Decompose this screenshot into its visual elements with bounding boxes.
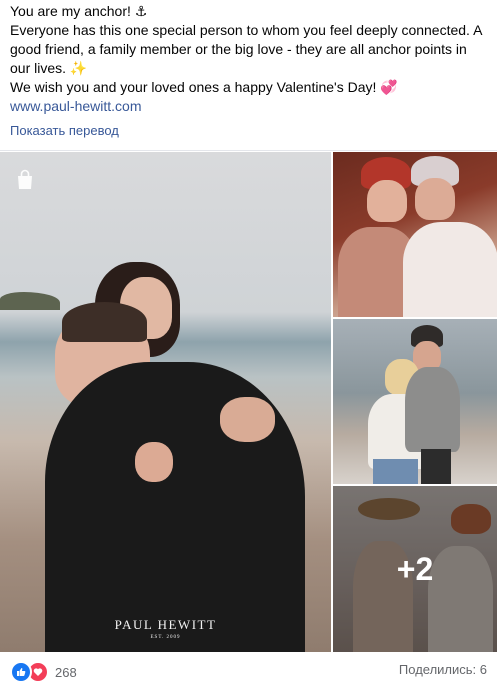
pants-shape <box>421 449 451 484</box>
reaction-count: 268 <box>55 664 77 680</box>
thumbnail-photo-2[interactable] <box>333 319 497 484</box>
show-translation-link[interactable]: Показать перевод <box>10 123 119 138</box>
website-link[interactable]: www.paul-hewitt.com <box>10 98 142 114</box>
photo-gallery: PAUL HEWITT EST. 2009 +2 <box>0 150 497 652</box>
shopping-bag-icon[interactable] <box>14 169 36 191</box>
brand-watermark: PAUL HEWITT EST. 2009 <box>0 617 331 640</box>
post-line-3: We wish you and your loved ones a happy … <box>10 79 398 95</box>
man-hair-shape <box>62 302 147 342</box>
face-shape <box>415 178 455 220</box>
sweater-shape <box>403 222 497 317</box>
thumbnail-photo-1[interactable] <box>333 152 497 317</box>
thumbnail-photo-3[interactable]: +2 <box>333 486 497 652</box>
post-text: You are my anchor! ⚓ Everyone has this o… <box>10 2 490 116</box>
jeans-shape <box>373 459 418 484</box>
main-photo[interactable]: PAUL HEWITT EST. 2009 <box>0 152 331 652</box>
reactions-summary[interactable]: 268 <box>10 661 77 683</box>
like-icon <box>10 661 32 683</box>
headland-shape <box>0 292 60 310</box>
hand-shape <box>135 442 173 482</box>
post-footer: 268 Поделились: 6 <box>0 651 497 687</box>
post-line-1: You are my anchor! ⚓ <box>10 3 148 19</box>
more-photos-overlay[interactable]: +2 <box>333 486 497 652</box>
hand-shape <box>220 397 275 442</box>
more-photos-count: +2 <box>396 550 434 587</box>
shares-count[interactable]: Поделились: 6 <box>399 662 487 677</box>
face-shape <box>367 180 407 222</box>
post-line-2: Everyone has this one special person to … <box>10 22 482 76</box>
watermark-subtext: EST. 2009 <box>150 635 181 640</box>
watermark-text: PAUL HEWITT <box>114 617 217 632</box>
sweater-shape <box>405 367 460 452</box>
